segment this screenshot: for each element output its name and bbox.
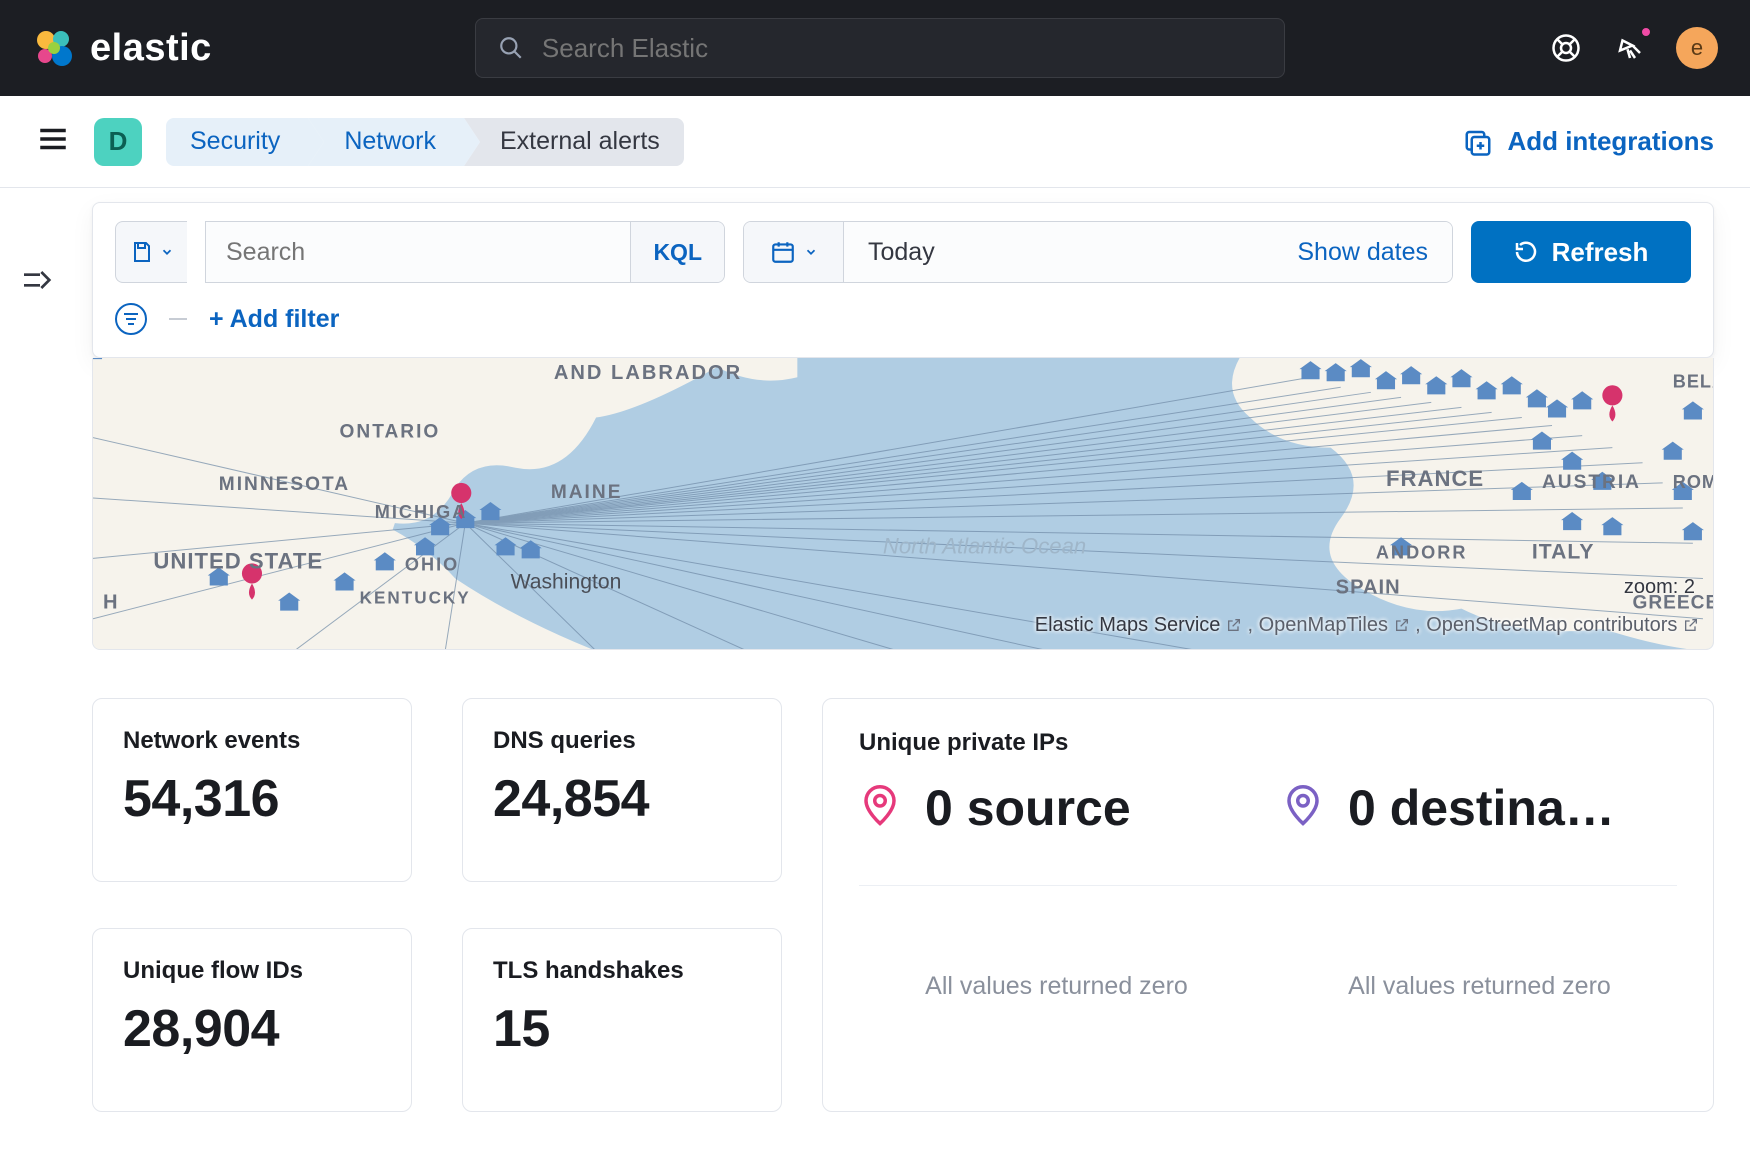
kql-toggle-button[interactable]: KQL <box>630 222 724 282</box>
unique-source-value: 0 source <box>925 779 1254 837</box>
svg-text:North Atlantic Ocean: North Atlantic Ocean <box>883 533 1086 558</box>
add-filter-button[interactable]: + Add filter <box>209 305 339 334</box>
integrations-icon <box>1463 127 1493 157</box>
brand-name: elastic <box>90 27 212 70</box>
add-integrations-button[interactable]: Add integrations <box>1463 126 1714 157</box>
breadcrumb-current: External alerts <box>464 118 684 166</box>
global-header: elastic e <box>0 0 1750 96</box>
map-attribution: Elastic Maps Service , OpenMapTiles , Op… <box>1035 614 1699 637</box>
breadcrumb: Security Network External alerts <box>166 118 684 166</box>
empty-state-destination: All values returned zero <box>1282 972 1677 1001</box>
filter-icon <box>124 313 138 325</box>
collapsed-side-rail <box>0 188 72 1172</box>
filter-options-button[interactable] <box>115 303 147 335</box>
kql-search-input[interactable] <box>206 222 630 282</box>
chevron-down-icon <box>160 245 174 259</box>
svg-text:ROMI: ROMI <box>1673 472 1713 492</box>
kql-search-box[interactable]: KQL <box>205 221 725 283</box>
chevron-down-icon <box>804 245 818 259</box>
refresh-label: Refresh <box>1552 237 1649 268</box>
global-search[interactable] <box>475 18 1285 78</box>
breadcrumb-security[interactable]: Security <box>166 118 308 166</box>
network-map[interactable]: AND LABRADOR ONTARIO MINNESOTA MICHIGA M… <box>92 358 1714 650</box>
kpi-label: DNS queries <box>493 727 751 755</box>
search-icon <box>498 35 524 61</box>
empty-state-source: All values returned zero <box>859 972 1254 1001</box>
elastic-logo-icon <box>32 26 76 70</box>
query-bar: KQL Today Show dates Refresh <box>92 202 1714 358</box>
date-range-display[interactable]: Today Show dates <box>844 222 1452 282</box>
kpi-unique-flow-ids[interactable]: Unique flow IDs 28,904 <box>92 928 412 1112</box>
expand-rail-button[interactable] <box>20 264 52 301</box>
nav-toggle-button[interactable] <box>36 122 70 161</box>
header-actions: e <box>1548 27 1718 69</box>
unique-private-ips-panel[interactable]: Unique private IPs 0 source 0 destina… <box>822 698 1714 1112</box>
svg-text:KENTUCKY: KENTUCKY <box>360 589 471 608</box>
breadcrumb-network[interactable]: Network <box>308 118 464 166</box>
svg-text:ANDORR: ANDORR <box>1376 542 1468 562</box>
save-icon <box>130 240 154 264</box>
map-canvas: AND LABRADOR ONTARIO MINNESOTA MICHIGA M… <box>93 358 1713 650</box>
unique-destination: 0 destina… <box>1282 779 1677 837</box>
kpi-label: TLS handshakes <box>493 957 751 985</box>
date-range-value: Today <box>868 238 935 267</box>
svg-text:AND LABRADOR: AND LABRADOR <box>554 362 742 384</box>
date-quick-select-button[interactable] <box>744 222 844 282</box>
map-attrib-osm[interactable]: , OpenStreetMap contributors <box>1415 614 1677 636</box>
map-pin-icon <box>1282 785 1324 832</box>
refresh-button[interactable]: Refresh <box>1471 221 1691 283</box>
add-integrations-label: Add integrations <box>1507 126 1714 157</box>
kpi-label: Unique flow IDs <box>123 957 381 985</box>
date-range-group: Today Show dates <box>743 221 1453 283</box>
svg-text:FRANCE: FRANCE <box>1386 466 1484 491</box>
svg-text:MINNESOTA: MINNESOTA <box>219 474 350 495</box>
svg-text:SPAIN: SPAIN <box>1336 577 1401 599</box>
map-pin-icon <box>859 785 901 832</box>
svg-text:ITALY: ITALY <box>1532 540 1595 563</box>
news-icon[interactable] <box>1612 30 1648 66</box>
stats-row: Network events 54,316 DNS queries 24,854… <box>92 698 1714 1112</box>
svg-text:UNITED STATE: UNITED STATE <box>153 548 323 573</box>
svg-text:OHIO: OHIO <box>405 554 459 574</box>
svg-text:BELA: BELA <box>1673 371 1713 391</box>
sub-header: D Security Network External alerts Add i… <box>0 96 1750 188</box>
svg-text:MICHIGA: MICHIGA <box>375 502 468 522</box>
map-zoom-label: zoom: 2 <box>1624 576 1695 599</box>
kpi-tls-handshakes[interactable]: TLS handshakes 15 <box>462 928 782 1112</box>
external-link-icon <box>1683 617 1699 633</box>
kpi-value: 24,854 <box>493 769 751 829</box>
kpi-dns-queries[interactable]: DNS queries 24,854 <box>462 698 782 882</box>
notification-dot <box>1640 26 1652 38</box>
refresh-icon <box>1514 240 1538 264</box>
external-link-icon <box>1226 617 1242 633</box>
kpi-network-events[interactable]: Network events 54,316 <box>92 698 412 882</box>
svg-text:H: H <box>103 592 118 614</box>
svg-text:Washington: Washington <box>511 571 622 594</box>
calendar-icon <box>770 239 796 265</box>
space-selector[interactable]: D <box>94 118 142 166</box>
kpi-value: 15 <box>493 999 751 1059</box>
panel-title: Unique private IPs <box>859 729 1677 757</box>
map-attrib-omt[interactable]: , OpenMapTiles <box>1248 614 1388 636</box>
svg-text:ONTARIO: ONTARIO <box>340 422 441 443</box>
map-attrib-ems[interactable]: Elastic Maps Service <box>1035 614 1221 636</box>
svg-text:AUSTRIA: AUSTRIA <box>1542 472 1641 493</box>
brand-logo[interactable]: elastic <box>32 26 212 70</box>
saved-queries-button[interactable] <box>115 221 187 283</box>
filter-divider <box>169 318 187 320</box>
svg-text:MAINE: MAINE <box>551 482 623 503</box>
unique-source: 0 source <box>859 779 1254 837</box>
kpi-label: Network events <box>123 727 381 755</box>
external-link-icon <box>1394 617 1410 633</box>
help-icon[interactable] <box>1548 30 1584 66</box>
kpi-value: 54,316 <box>123 769 381 829</box>
unique-destination-value: 0 destina… <box>1348 779 1677 837</box>
user-avatar[interactable]: e <box>1676 27 1718 69</box>
show-dates-link[interactable]: Show dates <box>1297 238 1428 267</box>
global-search-input[interactable] <box>542 33 1262 64</box>
kpi-value: 28,904 <box>123 999 381 1059</box>
kpi-grid: Network events 54,316 DNS queries 24,854… <box>92 698 782 1112</box>
